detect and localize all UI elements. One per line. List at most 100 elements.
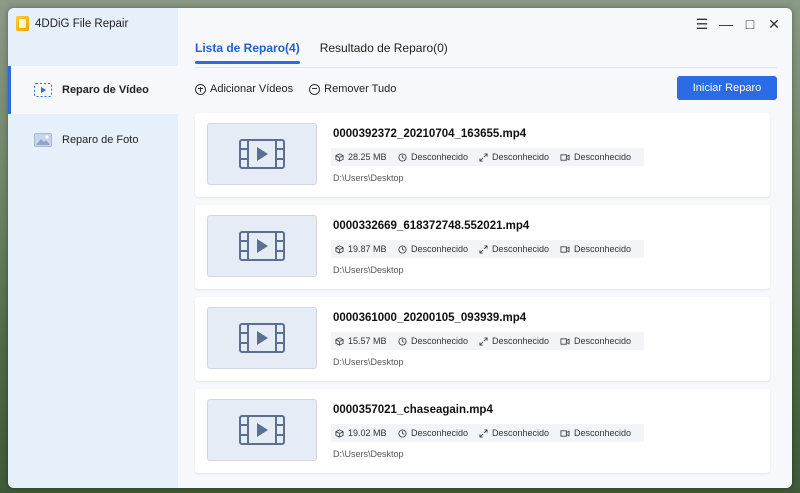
video-thumbnail [207,215,317,277]
window-controls: ☰ — □ ✕ [690,14,786,34]
file-meta: 19.02 MB Desconhecido Desconhecido Desco… [331,424,644,442]
file-codec: Desconhecido [560,152,631,162]
file-size: 19.02 MB [335,428,398,438]
box-icon [335,428,344,438]
camera-icon [560,337,570,345]
resize-icon [479,244,488,254]
file-duration-text: Desconhecido [411,336,469,346]
clock-icon [398,244,407,254]
remove-all-label: Remover Tudo [324,83,397,95]
file-duration-text: Desconhecido [411,152,469,162]
video-repair-icon [34,83,52,97]
sidebar-item-photo-repair[interactable]: Reparo de Foto [8,116,178,164]
file-size-text: 19.87 MB [348,244,387,254]
clock-icon [398,152,407,162]
minus-circle-icon [309,83,321,95]
box-icon [335,244,344,254]
file-size: 28.25 MB [335,152,398,162]
file-duration: Desconhecido [398,244,479,254]
file-duration-text: Desconhecido [411,428,469,438]
box-icon [335,336,344,346]
minimize-icon[interactable]: — [714,14,738,34]
file-codec-text: Desconhecido [574,244,632,254]
file-size-text: 19.02 MB [348,428,387,438]
file-card[interactable]: 0000357021_chaseagain.mp4 19.02 MB Desco… [195,389,770,473]
clock-icon [398,428,407,438]
resize-icon [479,152,488,162]
file-duration: Desconhecido [398,152,479,162]
file-duration: Desconhecido [398,336,479,346]
app-window: 4DDiG File Repair Reparo de Vídeo Reparo… [8,8,792,488]
tab-repair-result[interactable]: Resultado de Reparo(0) [320,41,448,64]
file-codec-text: Desconhecido [574,428,632,438]
file-path: D:\Users\Desktop [333,357,404,367]
sidebar-item-label: Reparo de Foto [62,134,139,146]
remove-all-button[interactable]: Remover Tudo [309,83,396,95]
file-size: 15.57 MB [335,336,398,346]
file-duration: Desconhecido [398,428,479,438]
file-size-text: 28.25 MB [348,152,387,162]
file-resolution-text: Desconhecido [492,428,550,438]
app-logo-icon [16,16,29,31]
file-name: 0000361000_20200105_093939.mp4 [333,312,527,324]
resize-icon [479,336,488,346]
maximize-icon[interactable]: □ [738,14,762,34]
file-resolution: Desconhecido [479,428,560,438]
film-icon [239,415,285,445]
camera-icon [560,245,570,253]
app-title-text: 4DDiG File Repair [35,17,129,30]
file-path: D:\Users\Desktop [333,449,404,459]
camera-icon [560,153,570,161]
camera-icon [560,429,570,437]
file-name: 0000392372_20210704_163655.mp4 [333,128,527,140]
file-card[interactable]: 0000332669_618372748.552021.mp4 19.87 MB… [195,205,770,289]
film-icon [239,139,285,169]
file-meta: 19.87 MB Desconhecido Desconhecido Desco… [331,240,644,258]
file-duration-text: Desconhecido [411,244,469,254]
file-meta: 28.25 MB Desconhecido Desconhecido Desco… [331,148,644,166]
box-icon [335,152,344,162]
tab-bar: Lista de Reparo(4) Resultado de Reparo(0… [195,41,448,64]
sidebar-item-video-repair[interactable]: Reparo de Vídeo [8,66,178,114]
file-resolution-text: Desconhecido [492,152,550,162]
file-codec-text: Desconhecido [574,336,632,346]
file-card[interactable]: 0000392372_20210704_163655.mp4 28.25 MB … [195,113,770,197]
file-path: D:\Users\Desktop [333,265,404,275]
file-resolution: Desconhecido [479,336,560,346]
file-name: 0000332669_618372748.552021.mp4 [333,220,530,232]
main-panel: ☰ — □ ✕ Lista de Reparo(4) Resultado de … [178,8,792,488]
file-resolution: Desconhecido [479,152,560,162]
close-icon[interactable]: ✕ [762,14,786,34]
video-thumbnail [207,399,317,461]
resize-icon [479,428,488,438]
file-size-text: 15.57 MB [348,336,387,346]
video-thumbnail [207,123,317,185]
file-codec: Desconhecido [560,428,631,438]
video-thumbnail [207,307,317,369]
file-resolution-text: Desconhecido [492,244,550,254]
clock-icon [398,336,407,346]
tab-divider [195,67,777,68]
film-icon [239,231,285,261]
file-name: 0000357021_chaseagain.mp4 [333,404,493,416]
file-resolution: Desconhecido [479,244,560,254]
film-icon [239,323,285,353]
file-codec-text: Desconhecido [574,152,632,162]
add-videos-label: Adicionar Vídeos [210,83,294,95]
file-meta: 15.57 MB Desconhecido Desconhecido Desco… [331,332,644,350]
photo-repair-icon [34,133,52,147]
start-repair-button[interactable]: Iniciar Reparo [677,76,777,100]
toolbar: Adicionar Vídeos Remover Tudo [195,83,396,95]
app-title: 4DDiG File Repair [16,16,128,31]
file-size: 19.87 MB [335,244,398,254]
file-path: D:\Users\Desktop [333,173,404,183]
file-card[interactable]: 0000361000_20200105_093939.mp4 15.57 MB … [195,297,770,381]
file-resolution-text: Desconhecido [492,336,550,346]
file-codec: Desconhecido [560,244,631,254]
tab-repair-list[interactable]: Lista de Reparo(4) [195,41,300,64]
menu-icon[interactable]: ☰ [690,14,714,34]
add-videos-button[interactable]: Adicionar Vídeos [195,83,293,95]
plus-circle-icon [195,83,206,95]
sidebar-item-label: Reparo de Vídeo [62,84,149,96]
sidebar: 4DDiG File Repair Reparo de Vídeo Reparo… [8,8,178,488]
